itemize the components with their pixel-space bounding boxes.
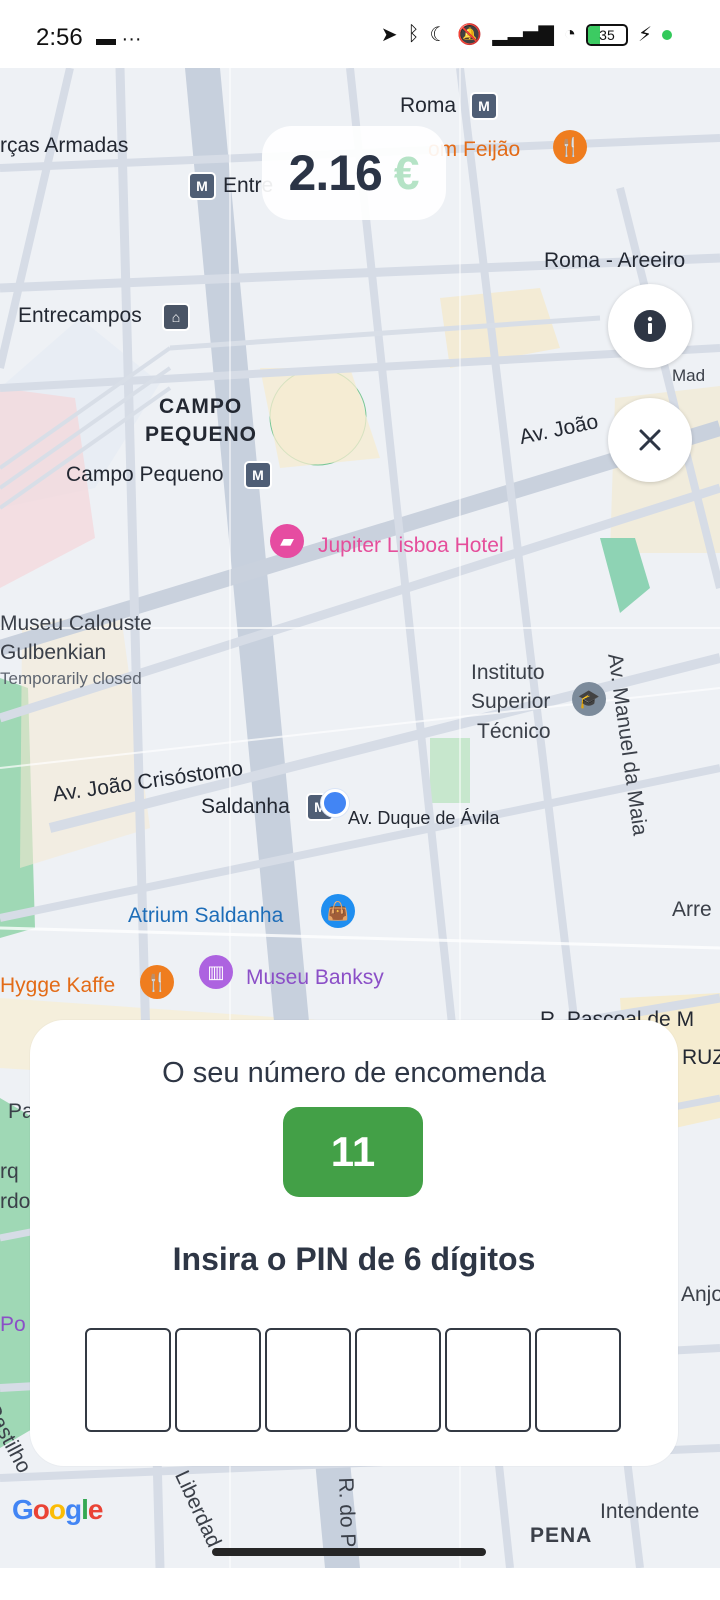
pin-digit-input[interactable] — [535, 1328, 621, 1432]
pin-digit-input[interactable] — [175, 1328, 261, 1432]
map-label-po: Po — [0, 1313, 26, 1336]
battery-icon: 35 — [585, 23, 628, 46]
status-time: 2:56 — [36, 24, 83, 51]
map-label-campo-pequeno-2: PEQUENO — [145, 423, 258, 446]
status-notification-icons: ▬ ··· — [96, 28, 142, 50]
map-label-museu-status: Temporarily closed — [0, 669, 142, 688]
map-label-ruz: RUZ — [682, 1046, 720, 1069]
signal-icon: ▂▃▅▇ — [492, 24, 554, 46]
restaurant-icon[interactable]: 🍴 — [553, 130, 587, 164]
status-icons: ➤ ᛒ ☾ 🔕 ▂▃▅▇ ◔ 35 ⚡ — [381, 22, 672, 47]
battery-level: 35 — [599, 26, 615, 43]
shopping-icon[interactable]: 👜 — [321, 894, 355, 928]
map-label-ist-2: Superior — [471, 690, 551, 713]
map-label-rdo: rdo — [0, 1190, 31, 1213]
mute-icon: 🔕 — [457, 24, 483, 46]
home-indicator[interactable] — [212, 1548, 486, 1556]
pin-entry-title: Insira o PIN de 6 dígitos — [172, 1241, 536, 1277]
map-label-roma: Roma — [400, 94, 457, 117]
restaurant-icon[interactable]: 🍴 — [140, 965, 174, 999]
map-label-jupiter-hotel: Jupiter Lisboa Hotel — [318, 534, 504, 557]
bus-icon[interactable]: ⌂ — [162, 303, 190, 331]
museum-icon[interactable]: ▥ — [199, 955, 233, 989]
metro-icon[interactable]: M — [244, 461, 272, 489]
price-value: 2.16 — [288, 145, 383, 201]
map-label-arre: Arre — [672, 898, 712, 921]
charging-icon: ⚡ — [637, 24, 652, 46]
map-label-forcas-armadas: rças Armadas — [0, 134, 129, 157]
map-label-intendente: Intendente — [600, 1500, 700, 1523]
hotel-icon[interactable]: ▰ — [270, 524, 304, 558]
map-label-museu-1: Museu Calouste — [0, 612, 152, 635]
location-icon: ➤ — [380, 24, 398, 46]
info-button[interactable] — [608, 284, 692, 368]
pin-digit-input[interactable] — [85, 1328, 171, 1432]
map-label-hygge: Hygge Kaffe — [0, 974, 116, 997]
order-number-title: O seu número de encomenda — [162, 1057, 546, 1089]
close-button[interactable] — [608, 398, 692, 482]
current-location-icon — [321, 789, 349, 817]
map-label-saldanha: Saldanha — [201, 795, 290, 818]
status-bar: 2:56 ▬ ··· ➤ ᛒ ☾ 🔕 ▂▃▅▇ ◔ 35 ⚡ — [0, 0, 720, 68]
price-currency: € — [393, 147, 420, 199]
close-icon — [639, 429, 661, 451]
map-label-museu-2: Gulbenkian — [0, 641, 107, 664]
pin-digit-input[interactable] — [355, 1328, 441, 1432]
school-icon[interactable]: 🎓 — [572, 682, 606, 716]
metro-icon[interactable]: M — [188, 172, 216, 200]
map-label-ist-1: Instituto — [471, 661, 545, 684]
pin-digit-input[interactable] — [445, 1328, 531, 1432]
map-label-campo-pequeno-metro: Campo Pequeno — [66, 463, 224, 486]
map-label-museu-banksy: Museu Banksy — [246, 966, 384, 989]
order-pin-sheet: O seu número de encomenda 11 Insira o PI… — [30, 1020, 678, 1466]
metro-icon[interactable]: M — [470, 92, 498, 120]
map-label-campo-pequeno-1: CAMPO — [159, 395, 243, 418]
map-label-entrecampos-bus: Entrecampos — [18, 304, 142, 327]
pin-input-row[interactable] — [85, 1328, 621, 1432]
price-display: 2.16 € — [262, 126, 446, 220]
map-label-anjo: Anjo — [681, 1283, 720, 1306]
pin-digit-input[interactable] — [265, 1328, 351, 1432]
info-icon — [634, 310, 666, 342]
moon-icon: ☾ — [429, 24, 448, 46]
map-label-av-duque: Av. Duque de Ávila — [348, 808, 500, 828]
recording-dot — [662, 29, 672, 40]
map-label-r-do-p: R. do P — [334, 1477, 360, 1548]
map-label-rq: rq — [0, 1160, 19, 1183]
order-number-badge: 11 — [283, 1107, 423, 1197]
bluetooth-icon: ᛒ — [407, 23, 420, 45]
map-label-ist-3: Técnico — [477, 720, 551, 743]
map-label-mad: Mad — [672, 366, 706, 385]
map-label-roma-areeiro: Roma - Areeiro — [544, 249, 686, 272]
map-label-pena: PENA — [530, 1524, 593, 1547]
map-label-atrium: Atrium Saldanha — [128, 904, 284, 927]
google-logo: Google — [12, 1494, 103, 1525]
wifi-icon: ◔ — [563, 23, 576, 45]
